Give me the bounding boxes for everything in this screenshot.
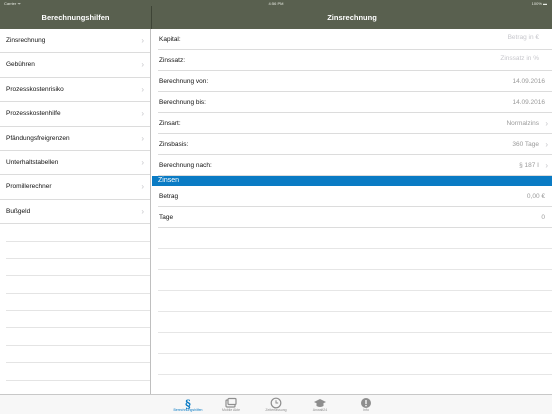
chevron-right-icon: ›	[141, 182, 144, 192]
berechnung-von-value: 14.09.2016	[512, 78, 545, 85]
sidebar-item-label: Pfändungsfreigrenzen	[6, 134, 70, 142]
tab-berechnungshilfen[interactable]: § Berechnungshilfen	[166, 395, 210, 414]
berechnung-bis-row[interactable]: Berechnung bis: 14.09.2016	[158, 92, 552, 113]
zinssatz-input[interactable]	[419, 55, 539, 62]
kapital-input[interactable]	[419, 34, 539, 41]
chevron-right-icon: ›	[141, 84, 144, 94]
sidebar: Zinsrechnung › Gebühren › Prozesskostenr…	[0, 29, 151, 394]
sidebar-item-unterhaltstabellen[interactable]: Unterhaltstabellen ›	[0, 151, 150, 176]
empty-row	[6, 259, 150, 277]
chevron-right-icon: ›	[545, 119, 548, 128]
zinsart-value: Normalzins	[506, 120, 539, 127]
betrag-value: 0,00 €	[526, 193, 545, 200]
sidebar-item-label: Bußgeld	[6, 207, 31, 215]
sidebar-item-label: Gebühren	[6, 61, 35, 69]
tab-bar: § Berechnungshilfen Mobile Akte Zeiterfa…	[0, 394, 552, 414]
empty-row	[6, 346, 150, 364]
sidebar-title: Berechnungshilfen	[0, 6, 151, 29]
chevron-right-icon: ›	[545, 161, 548, 170]
tab-label: Anwalt24	[312, 408, 328, 412]
empty-row	[158, 270, 552, 291]
betrag-label: Betrag	[159, 193, 179, 200]
sidebar-item-label: Unterhaltstabellen	[6, 158, 59, 166]
chevron-right-icon: ›	[141, 206, 144, 216]
empty-row	[158, 312, 552, 333]
sidebar-item-pfaendungsfreigrenzen[interactable]: Pfändungsfreigrenzen ›	[0, 127, 150, 151]
berechnung-nach-value: § 187 I	[519, 162, 539, 169]
info-icon	[344, 396, 388, 408]
sidebar-item-prozesskostenhilfe[interactable]: Prozesskostenhilfe ›	[0, 102, 150, 127]
chevron-right-icon: ›	[141, 36, 144, 45]
berechnung-bis-label: Berechnung bis:	[159, 99, 206, 106]
zinsrechnung-form: Kapital: Zinssatz: Berechnung von: 14.09…	[152, 29, 552, 394]
empty-row	[158, 249, 552, 270]
empty-row	[6, 294, 150, 312]
empty-row	[6, 242, 150, 259]
files-icon	[209, 396, 253, 408]
empty-row	[158, 354, 552, 375]
empty-row	[6, 224, 150, 242]
zinsbasis-label: Zinsbasis:	[159, 141, 189, 148]
zinssatz-row: Zinssatz:	[158, 50, 552, 71]
tage-row: Tage 0	[158, 207, 552, 228]
clock-label: 4:56 PM	[268, 0, 284, 6]
empty-row	[158, 228, 552, 249]
empty-row	[6, 381, 150, 394]
zinsbasis-row[interactable]: Zinsbasis: 360 Tage ›	[158, 134, 552, 155]
empty-row	[6, 311, 150, 329]
chevron-right-icon: ›	[141, 157, 144, 167]
zinsart-row[interactable]: Zinsart: Normalzins ›	[158, 113, 552, 134]
empty-row	[6, 363, 150, 381]
empty-row	[6, 328, 150, 346]
chevron-right-icon: ›	[141, 60, 144, 70]
sidebar-item-label: Zinsrechnung	[6, 37, 46, 44]
page-title: Zinsrechnung	[151, 6, 552, 29]
tab-label: Info	[363, 408, 369, 412]
battery-label: 100% ▬	[531, 0, 547, 6]
chevron-right-icon: ›	[141, 133, 144, 143]
kapital-label: Kapital:	[159, 36, 181, 43]
berechnung-von-label: Berechnung von:	[159, 78, 209, 85]
sidebar-item-promillerechner[interactable]: Promillerechner ›	[0, 175, 150, 200]
empty-row	[6, 276, 150, 294]
sidebar-item-prozesskostenrisiko[interactable]: Prozesskostenrisiko ›	[0, 78, 150, 103]
tage-value: 0	[541, 214, 545, 221]
section-sign-icon: §	[166, 396, 210, 411]
empty-row	[158, 291, 552, 312]
tab-label: Mobile Akte	[221, 408, 241, 412]
kapital-row: Kapital:	[158, 29, 552, 50]
berechnung-nach-row[interactable]: Berechnung nach: § 187 I ›	[158, 155, 552, 176]
tab-info[interactable]: Info	[344, 395, 388, 414]
sidebar-item-label: Prozesskostenrisiko	[6, 85, 64, 93]
tab-label: Berechnungshilfen	[173, 408, 203, 412]
sidebar-item-label: Promillerechner	[6, 183, 52, 191]
sidebar-item-label: Prozesskostenhilfe	[6, 110, 61, 118]
sidebar-item-gebuehren[interactable]: Gebühren ›	[0, 53, 150, 78]
berechnung-bis-value: 14.09.2016	[512, 99, 545, 106]
zinssatz-label: Zinssatz:	[159, 57, 186, 64]
tab-label: Zeiterfassung	[265, 408, 287, 412]
berechnung-von-row[interactable]: Berechnung von: 14.09.2016	[158, 71, 552, 92]
zinsen-section-header: Zinsen	[152, 176, 552, 186]
chevron-right-icon: ›	[141, 109, 144, 119]
clock-icon	[254, 396, 298, 409]
tab-zeiterfassung[interactable]: Zeiterfassung	[254, 395, 298, 414]
betrag-row: Betrag 0,00 €	[158, 186, 552, 207]
berechnung-nach-label: Berechnung nach:	[159, 162, 212, 169]
sidebar-item-zinsrechnung[interactable]: Zinsrechnung ›	[0, 29, 150, 54]
chevron-right-icon: ›	[545, 140, 548, 149]
zinsart-label: Zinsart:	[159, 120, 181, 127]
tab-mobile-akte[interactable]: Mobile Akte	[209, 395, 253, 414]
tage-label: Tage	[159, 214, 174, 221]
zinsbasis-value: 360 Tage	[512, 141, 539, 148]
graduation-cap-icon	[298, 396, 342, 408]
tab-anwalt24[interactable]: Anwalt24	[298, 395, 342, 414]
sidebar-item-bussgeld[interactable]: Bußgeld ›	[0, 200, 150, 225]
empty-row	[158, 375, 552, 394]
empty-row	[158, 333, 552, 354]
